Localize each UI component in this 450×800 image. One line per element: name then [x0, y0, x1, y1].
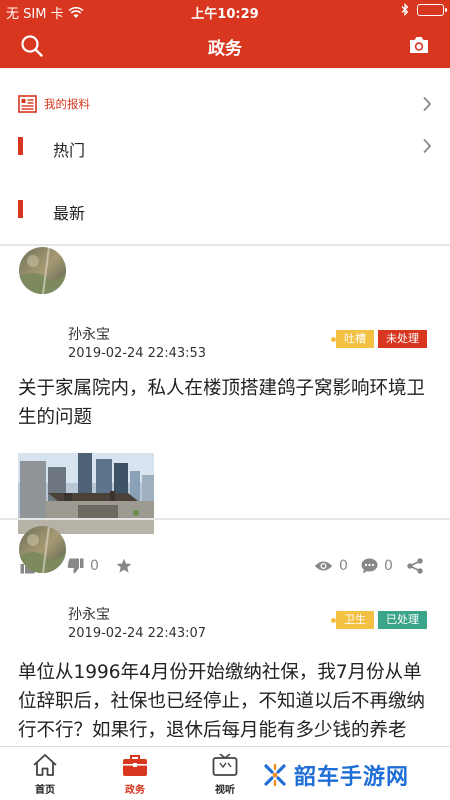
- watermark: 韶车手游网: [262, 757, 409, 793]
- camera-icon[interactable]: [408, 35, 430, 55]
- post-text[interactable]: 单位从1996年4月份开始缴纳社保，我7月份从单位辞职后，社保也已经停止，不知道…: [18, 658, 438, 746]
- latest-section-row: 最新: [0, 195, 450, 227]
- post-time: 2019-02-24 22:43:53: [68, 346, 207, 361]
- clock: 上午10:29: [191, 7, 259, 22]
- chevron-right-icon: [423, 138, 432, 154]
- chevron-right-icon: [423, 96, 432, 112]
- battery-icon: [417, 3, 447, 16]
- page-title: 政务: [208, 39, 242, 59]
- home-icon: [33, 754, 57, 776]
- section-marker: [18, 137, 23, 155]
- post-author[interactable]: 孙永宝: [68, 324, 110, 344]
- bluetooth-icon: [401, 3, 409, 16]
- watermark-logo: [264, 763, 286, 787]
- section-marker: [18, 200, 23, 218]
- hot-section-label: 热门: [53, 141, 86, 160]
- content-list[interactable]: 我的报料 热门 最新 孙永宝 2019-02-24 22:43:53 吐槽 未处…: [0, 68, 450, 746]
- divider: [0, 518, 450, 520]
- watermark-text: 韶车手游网: [294, 765, 410, 790]
- divider: [0, 244, 450, 246]
- tv-icon: [212, 753, 238, 776]
- status-badge: 已处理: [378, 611, 427, 629]
- my-reports-row[interactable]: 我的报料: [0, 90, 450, 118]
- my-reports-label: 我的报料: [44, 97, 90, 111]
- post-card[interactable]: 孙永宝 2019-02-24 22:43:53 吐槽 未处理 关于家属院内，私人…: [0, 244, 450, 574]
- post-author[interactable]: 孙永宝: [68, 604, 110, 624]
- post-card[interactable]: 孙永宝 2019-02-24 22:43:07 卫生 已处理 单位从1996年4…: [0, 518, 450, 746]
- hot-section-row[interactable]: 热门: [0, 132, 450, 164]
- tab-label: 视听: [215, 785, 235, 796]
- avatar[interactable]: [19, 247, 66, 294]
- status-badge: 未处理: [378, 330, 427, 348]
- tab-government[interactable]: 政务: [100, 753, 170, 796]
- post-time: 2019-02-24 22:43:07: [68, 626, 207, 641]
- category-badge: 吐槽: [331, 330, 374, 348]
- briefcase-icon: [123, 755, 147, 776]
- tab-home[interactable]: 首页: [10, 753, 80, 796]
- post-text[interactable]: 关于家属院内，私人在楼顶搭建鸽子窝影响环境卫生的问题: [18, 374, 438, 432]
- tab-label: 政务: [125, 785, 145, 796]
- latest-section-label: 最新: [53, 204, 86, 223]
- nav-bar: 政务: [0, 22, 450, 68]
- report-icon: [18, 95, 37, 113]
- category-badge: 卫生: [331, 611, 374, 629]
- tab-label: 首页: [35, 785, 55, 796]
- status-bar: 无 SIM 卡 上午10:29: [0, 0, 450, 22]
- tab-media[interactable]: 视听: [190, 753, 260, 796]
- avatar[interactable]: [19, 526, 66, 573]
